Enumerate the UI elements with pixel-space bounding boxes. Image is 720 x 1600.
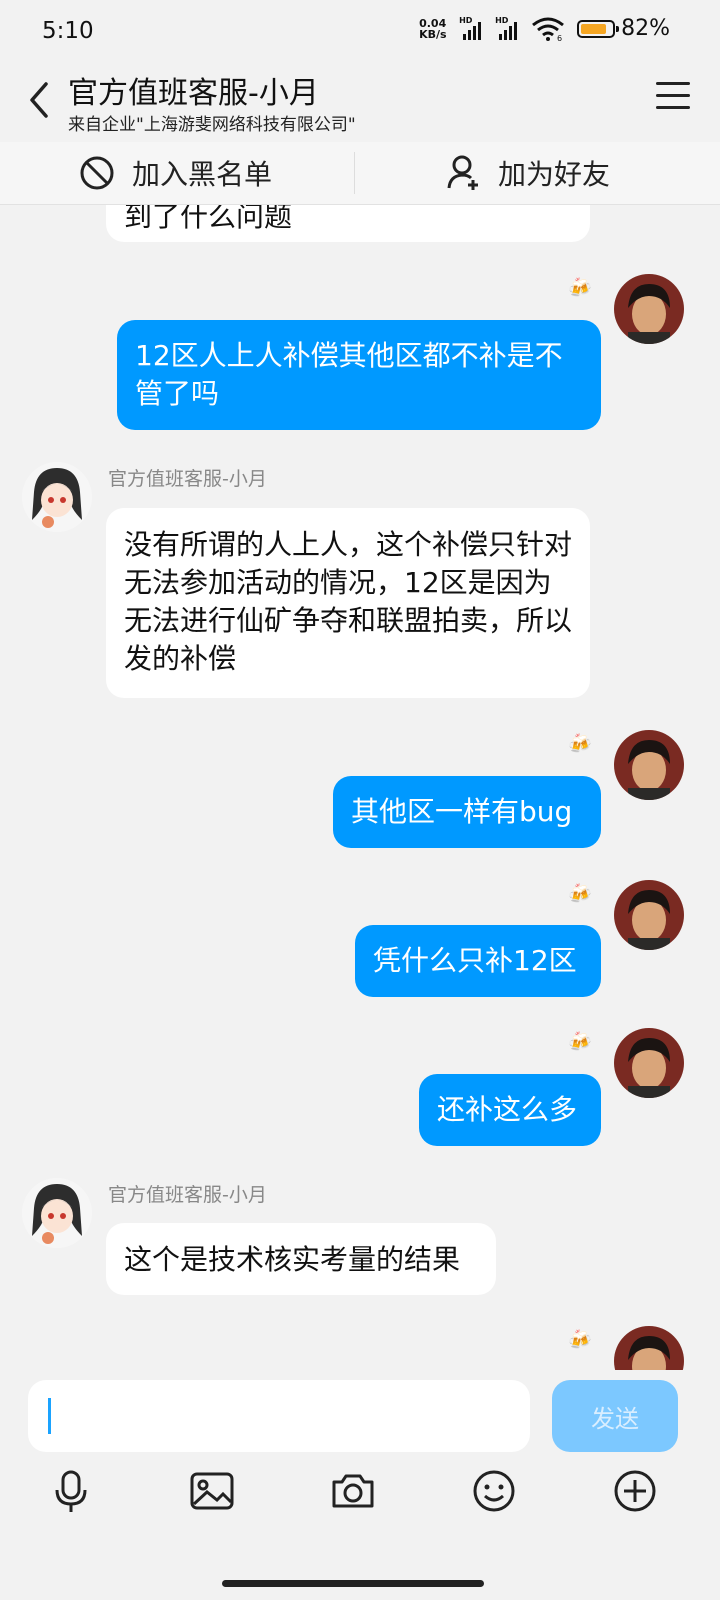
emoji-icon[interactable]: [469, 1466, 519, 1516]
action-bar: 加入黑名单 加为好友: [0, 142, 720, 205]
user-avatar-image: [614, 1326, 684, 1370]
image-icon[interactable]: [187, 1466, 237, 1516]
avatar[interactable]: [22, 462, 92, 532]
badge-icon: 🍻: [568, 1329, 592, 1351]
message-input[interactable]: [28, 1380, 530, 1452]
outgoing-message[interactable]: 其他区一样有bug: [333, 776, 601, 848]
avatar[interactable]: [614, 1028, 684, 1098]
user-avatar-image: [614, 1028, 684, 1098]
badge-icon: 🍻: [568, 277, 592, 299]
badge-icon: 🍻: [568, 733, 592, 755]
camera-icon[interactable]: [328, 1466, 378, 1516]
incoming-message[interactable]: 这个是技术核实考量的结果: [106, 1223, 496, 1295]
svg-text:6: 6: [557, 34, 562, 41]
clock: 5:10: [42, 18, 94, 44]
wifi-icon: 6: [532, 17, 565, 41]
avatar[interactable]: [614, 730, 684, 800]
composer-toolbar: [0, 1466, 720, 1526]
add-friend-button[interactable]: 加为好友: [446, 142, 610, 204]
avatar[interactable]: [614, 1326, 684, 1370]
agent-avatar-image: [22, 462, 92, 532]
cell-signal-icon: HD: [459, 16, 489, 40]
chat-title: 官方值班客服-小月: [68, 76, 319, 111]
network-speed: 0.04 KB/s: [419, 16, 447, 41]
avatar[interactable]: [22, 1178, 92, 1248]
text-caret: [48, 1398, 51, 1434]
user-avatar-image: [614, 880, 684, 950]
menu-icon[interactable]: [656, 82, 690, 112]
avatar[interactable]: [614, 274, 684, 344]
chat-header: 官方值班客服-小月 来自企业"上海游斐网络科技有限公司": [0, 62, 720, 142]
block-icon: [80, 156, 114, 190]
status-bar: 5:10 0.04 KB/s HD HD 6 82%: [0, 0, 720, 62]
user-avatar-image: [614, 274, 684, 344]
outgoing-message[interactable]: 12区人上人补偿其他区都不补是不管了吗: [117, 320, 601, 430]
back-icon[interactable]: [24, 78, 54, 122]
send-button[interactable]: 发送: [552, 1380, 678, 1452]
badge-icon: 🍻: [568, 883, 592, 905]
outgoing-message[interactable]: 凭什么只补12区: [355, 925, 601, 997]
agent-avatar-image: [22, 1178, 92, 1248]
plus-icon[interactable]: [610, 1466, 660, 1516]
composer: 发送: [0, 1370, 720, 1600]
avatar[interactable]: [614, 880, 684, 950]
user-avatar-image: [614, 730, 684, 800]
chat-subtitle: 来自企业"上海游斐网络科技有限公司": [68, 115, 356, 135]
message-list[interactable]: 到了什么问题 🍻 12区人上人补偿其他区都不补是不管了吗 官方值班客服-小月 没…: [0, 142, 720, 1370]
battery-icon: [577, 19, 620, 38]
blacklist-button[interactable]: 加入黑名单: [78, 142, 272, 204]
incoming-message[interactable]: 没有所谓的人上人，这个补偿只针对无法参加活动的情况，12区是因为无法进行仙矿争夺…: [106, 508, 590, 698]
battery-percent: 82%: [621, 16, 670, 41]
cell-signal-icon: HD: [495, 16, 525, 40]
add-user-icon: [447, 155, 478, 190]
outgoing-message[interactable]: 还补这么多: [419, 1074, 601, 1146]
badge-icon: 🍻: [568, 1031, 592, 1053]
sender-name: 官方值班客服-小月: [108, 468, 267, 490]
divider: [354, 152, 355, 194]
sender-name: 官方值班客服-小月: [108, 1184, 267, 1206]
mic-icon[interactable]: [46, 1466, 96, 1516]
home-indicator[interactable]: [222, 1580, 484, 1587]
